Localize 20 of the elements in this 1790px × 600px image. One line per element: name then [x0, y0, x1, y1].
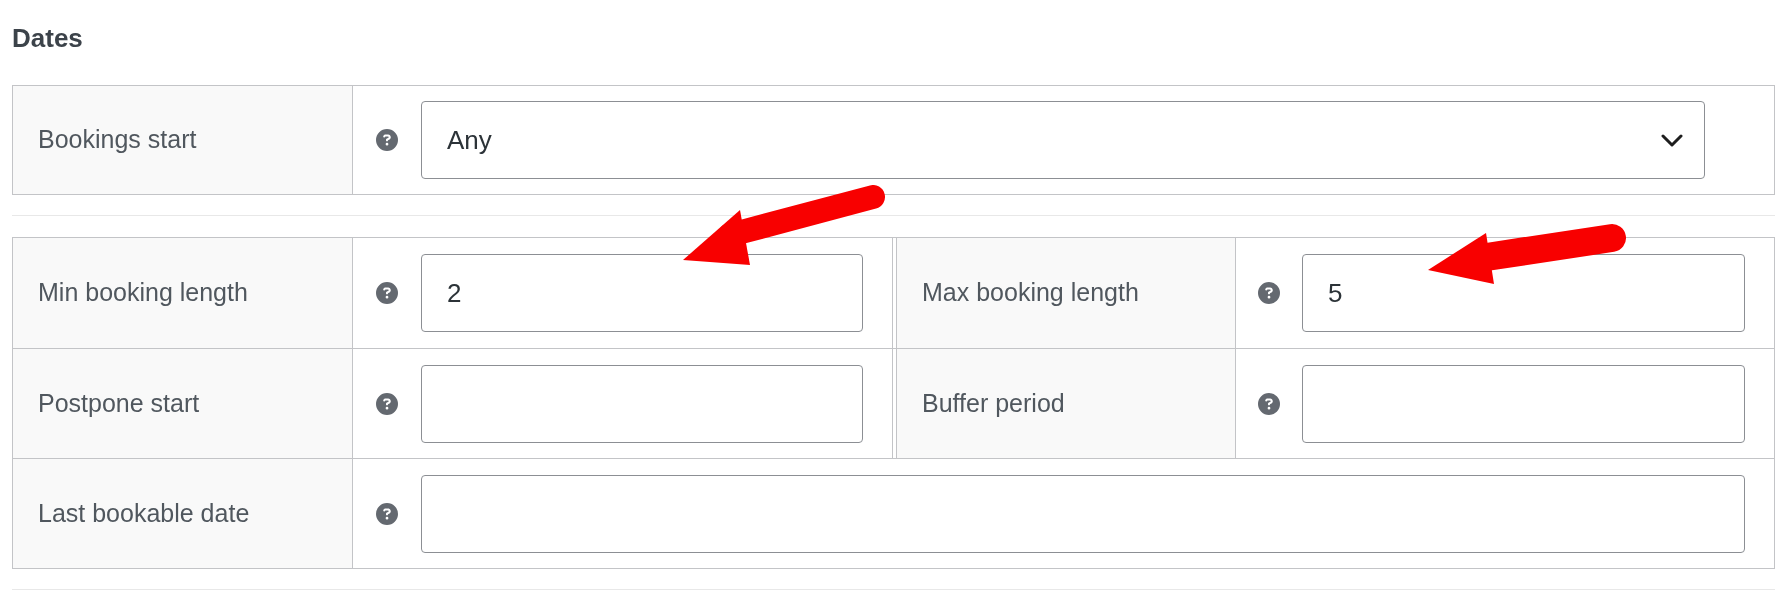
field-label: Bookings start — [38, 124, 197, 156]
field-label: Postpone start — [38, 387, 200, 419]
input-field[interactable]: 2 — [421, 254, 863, 332]
section-title: Dates — [12, 23, 83, 53]
field-label: Last bookable date — [38, 497, 250, 529]
field-label: Max booking length — [922, 277, 1139, 309]
help-icon[interactable] — [376, 392, 398, 415]
input-field[interactable] — [1302, 364, 1745, 443]
input-field[interactable] — [421, 474, 1745, 553]
chevron-down-icon — [1661, 133, 1683, 147]
help-icon[interactable] — [1258, 392, 1280, 415]
help-icon[interactable] — [376, 282, 398, 304]
field-label: Min booking length — [38, 277, 248, 309]
field-label: Buffer period — [922, 387, 1065, 419]
bookings-start-select[interactable]: Any — [421, 101, 1705, 179]
help-icon[interactable] — [376, 502, 398, 525]
input-field[interactable]: 5 — [1302, 254, 1745, 332]
help-icon[interactable] — [1258, 282, 1280, 304]
input-field[interactable] — [421, 364, 863, 443]
help-icon[interactable] — [376, 129, 398, 151]
